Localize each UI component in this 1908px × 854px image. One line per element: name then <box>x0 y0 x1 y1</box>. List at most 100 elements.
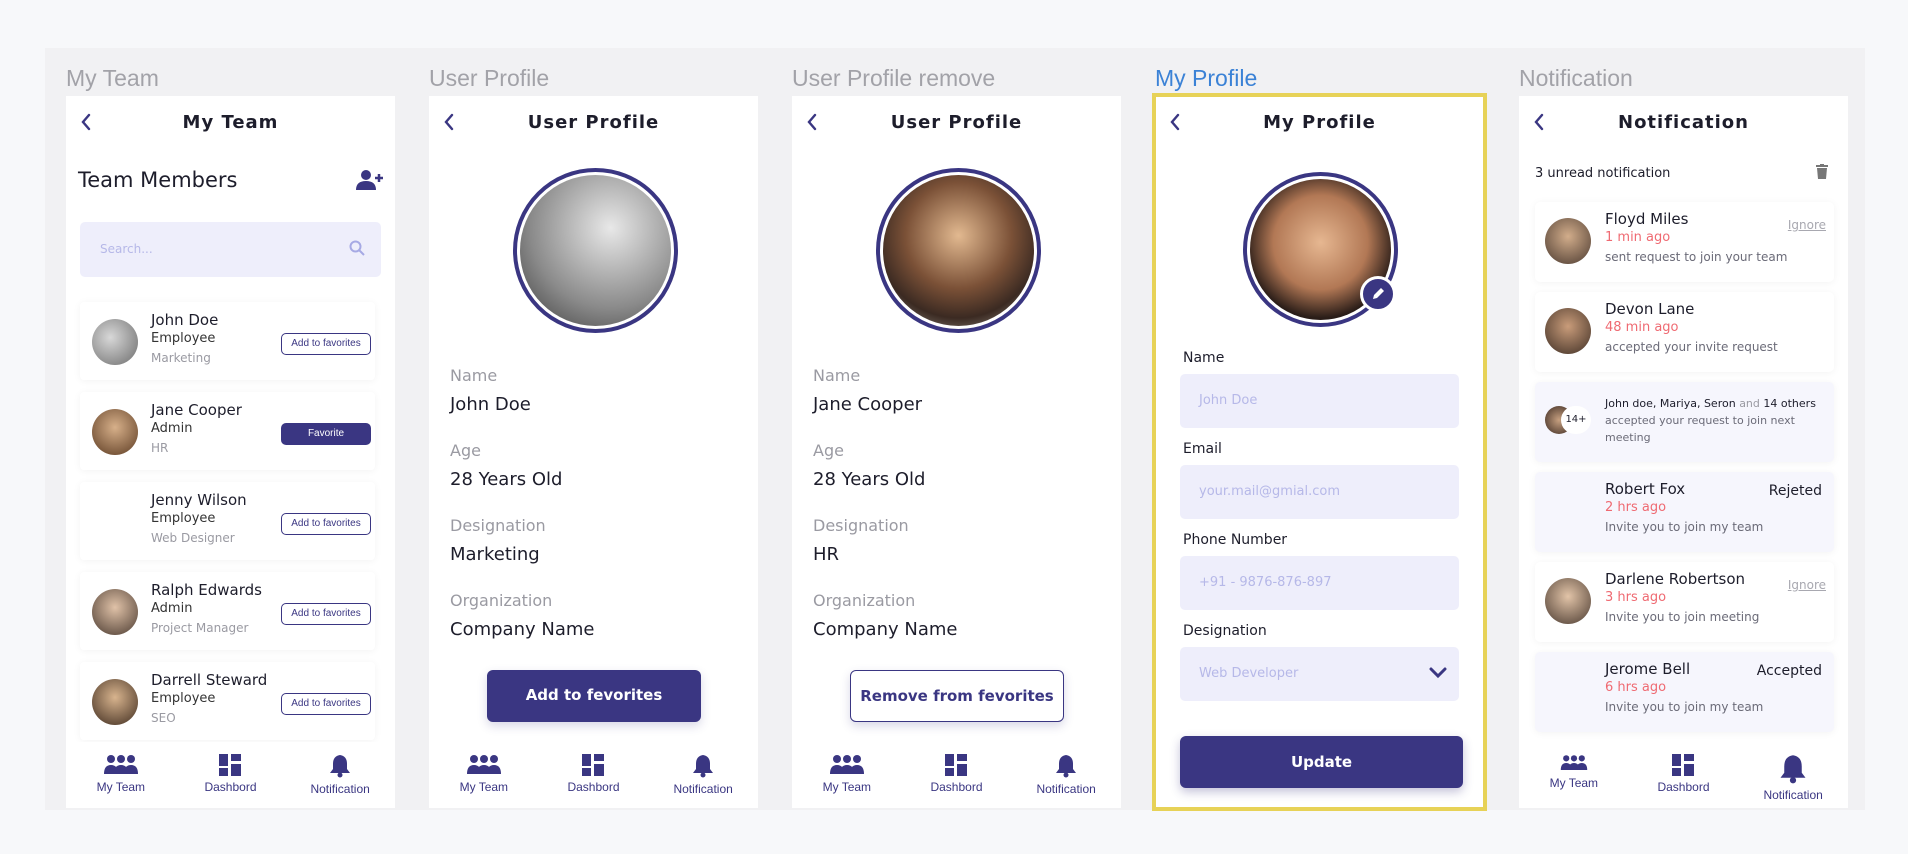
nav-dashboard[interactable]: Dashbord <box>1633 754 1733 794</box>
notification-desc: accepted your invite request <box>1605 340 1778 354</box>
page-title: User Profile <box>527 112 660 133</box>
member-dept: HR <box>151 441 169 455</box>
notification-desc: Invite you to join meeting <box>1605 610 1760 624</box>
nav-label: My Team <box>1549 776 1599 790</box>
organization-value: Company Name <box>450 619 595 640</box>
notification-item-group[interactable]: 14+ John doe, Mariya, Seron and 14 other… <box>1535 382 1834 462</box>
team-icon <box>829 755 864 774</box>
avatar <box>92 679 138 725</box>
nav-notification[interactable]: Notification <box>290 754 390 796</box>
notification-name: Jerome Bell <box>1605 660 1691 678</box>
favorite-button[interactable]: Favorite <box>281 423 371 445</box>
nav-notification[interactable]: Notification <box>1016 754 1116 796</box>
notification-desc: sent request to join your team <box>1605 250 1788 264</box>
trash-icon <box>1816 164 1828 179</box>
update-button[interactable]: Update <box>1180 736 1463 788</box>
search-input[interactable]: Search... <box>80 222 381 277</box>
member-name: Jane Cooper <box>151 401 242 419</box>
nav-label: Notification <box>310 782 370 796</box>
add-to-favorites-button[interactable]: Add to favorites <box>281 333 371 355</box>
add-to-favorites-button[interactable]: Add to favorites <box>281 513 371 535</box>
my-team-screen: My Team Team Members Search... John Doe … <box>66 96 395 808</box>
notification-name: Floyd Miles <box>1605 210 1689 228</box>
frame-title-user-profile-remove[interactable]: User Profile remove <box>792 65 995 92</box>
frame-title-notification[interactable]: Notification <box>1519 65 1633 92</box>
member-card-john-doe[interactable]: John Doe Employee Marketing Add to favor… <box>80 302 375 380</box>
notification-item[interactable]: Robert Fox 2 hrs ago Invite you to join … <box>1535 472 1834 552</box>
pencil-icon <box>1373 288 1384 299</box>
notification-item[interactable]: Jerome Bell 6 hrs ago Invite you to join… <box>1535 652 1834 732</box>
nav-dashboard[interactable]: Dashbord <box>906 754 1006 794</box>
bottom-nav: My Team Dashbord Notification <box>792 742 1121 808</box>
email-field[interactable]: your.mail@gmial.com <box>1180 465 1459 519</box>
frame-title-my-team[interactable]: My Team <box>66 65 159 92</box>
member-card-jane-cooper[interactable]: Jane Cooper Admin HR Favorite <box>80 392 375 470</box>
nav-my-team[interactable]: My Team <box>1524 754 1624 790</box>
nav-notification[interactable]: Notification <box>1743 754 1843 802</box>
add-user-button[interactable] <box>355 168 385 196</box>
nav-dashboard[interactable]: Dashbord <box>180 754 280 794</box>
bell-icon <box>330 755 351 778</box>
member-role: Employee <box>151 511 216 526</box>
add-to-favorites-button[interactable]: Add to favorites <box>281 693 371 715</box>
ignore-link[interactable]: Ignore <box>1788 218 1826 232</box>
delete-button[interactable] <box>1816 164 1828 183</box>
notification-name: Darlene Robertson <box>1605 570 1746 588</box>
unread-count: 3 unread notification <box>1535 166 1671 181</box>
search-placeholder: Search... <box>100 242 153 256</box>
avatar <box>1545 308 1591 354</box>
notification-item[interactable]: Darlene Robertson 3 hrs ago Invite you t… <box>1535 562 1834 642</box>
group-notification-text: John doe, Mariya, Seron and 14 others ac… <box>1605 397 1816 444</box>
status-label: Accepted <box>1756 663 1822 679</box>
nav-label: My Team <box>459 780 509 794</box>
name-placeholder: John Doe <box>1199 393 1258 408</box>
designation-label: Designation <box>813 516 909 535</box>
avatar <box>92 319 138 365</box>
dashboard-icon <box>945 754 968 776</box>
nav-my-team[interactable]: My Team <box>71 754 171 794</box>
name-value: John Doe <box>450 394 531 415</box>
frame-title-my-profile[interactable]: My Profile <box>1155 65 1257 92</box>
team-icon <box>1560 755 1588 770</box>
bell-icon <box>1780 755 1806 784</box>
nav-my-team[interactable]: My Team <box>797 754 897 794</box>
avatar <box>1545 578 1591 624</box>
designation-select[interactable]: Web Developer <box>1180 647 1459 701</box>
name-label: Name <box>450 366 498 385</box>
phone-field[interactable]: +91 - 9876-876-897 <box>1180 556 1459 610</box>
nav-notification[interactable]: Notification <box>653 754 753 796</box>
designation-value: Marketing <box>450 544 540 565</box>
age-label: Age <box>813 441 844 460</box>
notification-screen: Notification 3 unread notification Floyd… <box>1519 96 1848 808</box>
member-role: Employee <box>151 691 216 706</box>
notification-item[interactable]: Floyd Miles 1 min ago sent request to jo… <box>1535 202 1834 282</box>
name-field[interactable]: John Doe <box>1180 374 1459 428</box>
phone-placeholder: +91 - 9876-876-897 <box>1199 575 1332 590</box>
member-card-ralph-edwards[interactable]: Ralph Edwards Admin Project Manager Add … <box>80 572 375 650</box>
notification-item[interactable]: Devon Lane 48 min ago accepted your invi… <box>1535 292 1834 372</box>
team-members-heading: Team Members <box>78 168 238 192</box>
page-title: Notification <box>1618 112 1749 133</box>
ignore-link[interactable]: Ignore <box>1788 578 1826 592</box>
nav-dashboard[interactable]: Dashbord <box>543 754 643 794</box>
nav-label: Dashbord <box>1657 780 1710 794</box>
notification-desc: Invite you to join my team <box>1605 520 1764 534</box>
member-name: Jenny Wilson <box>151 491 247 509</box>
member-card-darrell-steward[interactable]: Darrell Steward Employee SEO Add to favo… <box>80 662 375 740</box>
edit-photo-button[interactable] <box>1360 276 1396 312</box>
add-to-favorites-button[interactable]: Add to favorites <box>281 603 371 625</box>
chevron-down-icon <box>1429 667 1447 679</box>
notification-name: Robert Fox <box>1605 480 1686 498</box>
age-value: 28 Years Old <box>450 469 563 490</box>
nav-my-team[interactable]: My Team <box>434 754 534 794</box>
frame-title-user-profile[interactable]: User Profile <box>429 65 549 92</box>
age-value: 28 Years Old <box>813 469 926 490</box>
email-placeholder: your.mail@gmial.com <box>1199 484 1341 499</box>
notification-time: 48 min ago <box>1605 320 1679 335</box>
member-card-jenny-wilson[interactable]: Jenny Wilson Employee Web Designer Add t… <box>80 482 375 560</box>
remove-from-favorites-button[interactable]: Remove from fevorites <box>850 670 1064 722</box>
notification-desc: Invite you to join my team <box>1605 700 1764 714</box>
search-icon <box>349 240 365 256</box>
nav-label: Dashbord <box>930 780 983 794</box>
add-to-favorites-button[interactable]: Add to fevorites <box>487 670 701 722</box>
